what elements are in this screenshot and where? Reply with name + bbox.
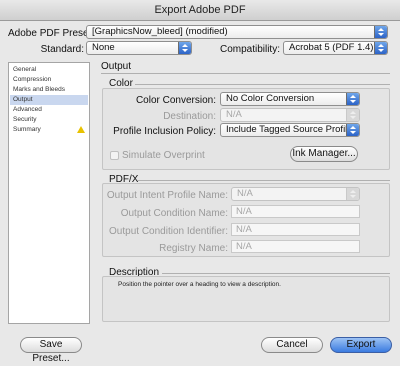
profile-policy-select[interactable]: Include Tagged Source Profiles bbox=[220, 123, 360, 137]
color-conversion-select[interactable]: No Color Conversion bbox=[220, 92, 360, 106]
popup-arrows-icon bbox=[346, 93, 359, 105]
popup-arrows-icon bbox=[346, 109, 359, 121]
pdfx-section-divider bbox=[137, 180, 390, 181]
intent-profile-label: Output Intent Profile Name: bbox=[106, 190, 228, 201]
sidebar-item-marks-and-bleeds[interactable]: Marks and Bleeds bbox=[10, 85, 88, 95]
destination-value: N/A bbox=[226, 109, 242, 120]
title-bar: Export Adobe PDF bbox=[0, 0, 400, 21]
sidebar-item-compression[interactable]: Compression bbox=[10, 75, 88, 85]
description-section-divider bbox=[162, 273, 390, 274]
category-list[interactable]: General Compression Marks and Bleeds Out… bbox=[8, 62, 90, 324]
simulate-overprint-label: Simulate Overprint bbox=[122, 150, 205, 161]
compatibility-label: Compatibility: bbox=[219, 44, 280, 55]
sidebar-item-security[interactable]: Security bbox=[10, 115, 88, 125]
standard-value: None bbox=[92, 42, 115, 53]
simulate-overprint-checkbox[interactable] bbox=[110, 151, 119, 160]
destination-label: Destination: bbox=[163, 111, 216, 122]
popup-arrows-icon bbox=[346, 188, 359, 200]
sidebar-item-label: Summary bbox=[13, 126, 41, 133]
sidebar-item-general[interactable]: General bbox=[10, 65, 88, 75]
color-section-divider bbox=[135, 84, 390, 85]
sidebar-item-summary[interactable]: Summary bbox=[10, 125, 88, 135]
ink-manager-button[interactable]: Ink Manager... bbox=[290, 146, 358, 162]
destination-select[interactable]: N/A bbox=[220, 108, 360, 122]
registry-name-label: Registry Name: bbox=[159, 243, 228, 254]
export-button[interactable]: Export bbox=[330, 337, 392, 353]
preset-label: Adobe PDF Preset: bbox=[8, 28, 95, 39]
condition-identifier-field[interactable]: N/A bbox=[231, 223, 360, 236]
color-conversion-value: No Color Conversion bbox=[226, 93, 315, 104]
condition-name-field[interactable]: N/A bbox=[231, 205, 360, 218]
profile-policy-label: Profile Inclusion Policy: bbox=[113, 126, 216, 137]
intent-profile-value: N/A bbox=[237, 188, 253, 199]
popup-arrows-icon bbox=[374, 42, 387, 54]
cancel-button[interactable]: Cancel bbox=[261, 337, 323, 353]
sidebar-item-output[interactable]: Output bbox=[10, 95, 88, 105]
compatibility-value: Acrobat 5 (PDF 1.4) bbox=[289, 42, 374, 53]
sidebar-item-advanced[interactable]: Advanced bbox=[10, 105, 88, 115]
popup-arrows-icon bbox=[346, 124, 359, 136]
condition-identifier-label: Output Condition Identifier: bbox=[109, 226, 228, 237]
condition-name-label: Output Condition Name: bbox=[120, 208, 228, 219]
standard-label: Standard: bbox=[40, 44, 84, 55]
compatibility-select[interactable]: Acrobat 5 (PDF 1.4) bbox=[283, 41, 388, 55]
profile-policy-value: Include Tagged Source Profiles bbox=[226, 124, 358, 135]
intent-profile-select[interactable]: N/A bbox=[231, 187, 360, 201]
warning-triangle-icon bbox=[77, 126, 85, 133]
popup-arrows-icon bbox=[178, 42, 191, 54]
window-title: Export Adobe PDF bbox=[154, 4, 246, 16]
description-text: Position the pointer over a heading to v… bbox=[118, 281, 281, 288]
standard-select[interactable]: None bbox=[86, 41, 192, 55]
popup-arrows-icon bbox=[374, 26, 387, 38]
registry-name-field[interactable]: N/A bbox=[231, 240, 360, 253]
save-preset-button[interactable]: Save Preset... bbox=[20, 337, 82, 364]
panel-heading: Output bbox=[101, 61, 132, 72]
preset-value: [GraphicsNow_bleed] (modified) bbox=[92, 26, 228, 37]
color-conversion-label: Color Conversion: bbox=[135, 95, 216, 106]
heading-divider bbox=[101, 73, 390, 74]
preset-select[interactable]: [GraphicsNow_bleed] (modified) bbox=[86, 25, 388, 39]
